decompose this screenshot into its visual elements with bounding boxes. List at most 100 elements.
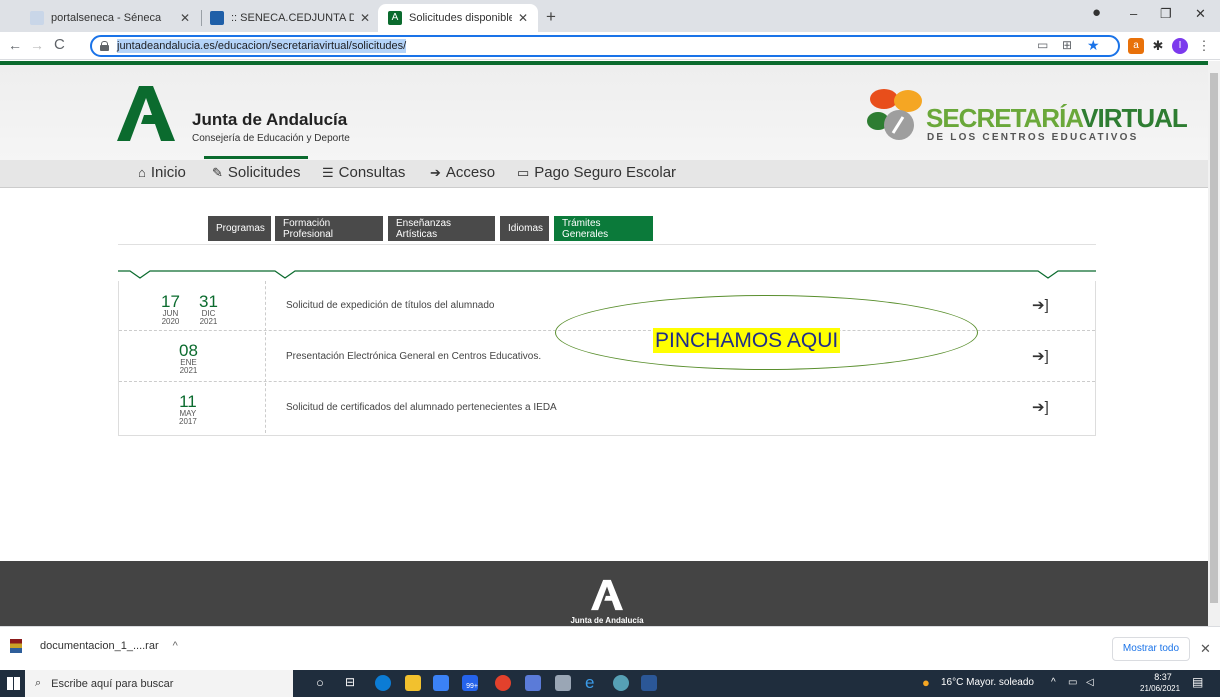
network-icon[interactable]: ▭	[1068, 677, 1077, 688]
mail-icon[interactable]: 99+	[462, 675, 478, 691]
start-date: 08 ENE 2021	[179, 341, 198, 375]
secretaria-virtual-logo-icon	[867, 89, 922, 140]
address-bar[interactable]: juntadeandalucia.es/educacion/secretaria…	[90, 35, 1120, 57]
sv-title: SECRETARÍAVIRTUAL	[926, 103, 1188, 133]
file-explorer-icon[interactable]	[405, 675, 421, 691]
new-tab-icon[interactable]: +	[546, 7, 556, 27]
clock-time[interactable]: 8:37	[1148, 672, 1178, 682]
annotation-text: PINCHAMOS AQUI	[653, 328, 841, 353]
translate-icon[interactable]: ⊞	[1062, 38, 1072, 52]
seneca-favicon-icon	[30, 11, 44, 25]
show-all-button[interactable]: Mostrar todo	[1112, 637, 1190, 661]
windows-taskbar: ⌕ Escribe aquí para buscar ○ ⊟ 99+ e ● 1…	[0, 670, 1220, 697]
junta-logo-icon	[591, 579, 623, 611]
main-menu: ⌂ Inicio ✎ Solicitudes ☰ Consultas ➔ Acceso …	[0, 156, 1208, 188]
solicitud-title[interactable]: Presentación Electrónica General en Cent…	[286, 351, 541, 362]
sign-in-icon: ➔	[430, 164, 441, 180]
windows-start-icon[interactable]	[7, 677, 20, 690]
menu-acceso[interactable]: ➔ Acceso	[430, 164, 495, 181]
date-column: 08 ENE 2021	[119, 332, 266, 382]
clock-date[interactable]: 21/06/2021	[1140, 684, 1180, 693]
cortana-icon[interactable]: ○	[316, 675, 324, 690]
rar-file-icon	[10, 639, 22, 653]
chevron-up-icon[interactable]: ^	[173, 640, 178, 652]
url-text[interactable]: juntadeandalucia.es/educacion/secretaria…	[117, 39, 407, 53]
cast-icon[interactable]: ▭	[1037, 38, 1048, 52]
minimize-icon[interactable]: –	[1130, 6, 1137, 21]
close-icon[interactable]: ✕	[360, 11, 370, 25]
edge-icon[interactable]	[375, 675, 391, 691]
pencil-icon: ✎	[212, 164, 223, 180]
sign-in-arrow-icon[interactable]: ➔]	[1032, 296, 1049, 314]
subtab-formacion-profesional[interactable]: Formación Profesional	[275, 216, 383, 241]
sign-in-arrow-icon[interactable]: ➔]	[1032, 347, 1049, 365]
card-icon: ▭	[517, 164, 530, 180]
tab-portalseneca[interactable]: portalseneca - Séneca ✕	[20, 4, 200, 32]
chrome-icon[interactable]	[495, 675, 511, 691]
lock-icon	[100, 41, 109, 51]
seneca-favicon-icon	[210, 11, 224, 25]
weather-text[interactable]: 16°C Mayor. soleado	[941, 677, 1034, 688]
scrollbar-thumb[interactable]	[1210, 73, 1218, 603]
date-column: 17 JUN 2020 31 DIC 2021	[119, 281, 266, 331]
home-icon: ⌂	[138, 165, 146, 180]
profile-circle-icon[interactable]: ●	[1092, 4, 1101, 21]
search-icon: ⌕	[35, 677, 42, 689]
bookmark-star-icon[interactable]: ★	[1087, 37, 1100, 54]
list-item[interactable]: 11 MAY 2017 Solicitud de certificados de…	[119, 383, 1095, 433]
sign-in-arrow-icon[interactable]: ➔]	[1032, 398, 1049, 416]
store-icon[interactable]	[433, 675, 449, 691]
sv-subtitle: DE LOS CENTROS EDUCATIVOS	[927, 132, 1139, 143]
app-icon[interactable]	[555, 675, 571, 691]
solicitudes-list: 17 JUN 2020 31 DIC 2021 Solicitud de exp…	[118, 281, 1096, 436]
list-icon: ☰	[322, 164, 334, 180]
app-icon[interactable]	[525, 675, 541, 691]
list-header-line	[118, 270, 1096, 279]
app-icon[interactable]	[613, 675, 629, 691]
restore-icon[interactable]: ❐	[1160, 6, 1172, 22]
weather-icon: ●	[922, 675, 930, 690]
solicitud-title[interactable]: Solicitud de certificados del alumnado p…	[286, 402, 557, 413]
junta-logo-icon[interactable]	[117, 86, 175, 141]
tray-chevron-up-icon[interactable]: ^	[1051, 677, 1056, 688]
forward-icon[interactable]: →	[30, 37, 44, 53]
menu-dots-icon[interactable]: ⋮	[1196, 38, 1212, 54]
window-close-icon[interactable]: ✕	[1195, 6, 1206, 22]
solicitud-title[interactable]: Solicitud de expedición de títulos del a…	[286, 300, 494, 311]
speaker-icon[interactable]: ◁	[1086, 677, 1094, 688]
close-icon[interactable]: ✕	[180, 11, 190, 25]
subtab-idiomas[interactable]: Idiomas	[500, 216, 549, 241]
subtab-ensenanzas-artisticas[interactable]: Enseñanzas Artísticas	[388, 216, 495, 241]
taskbar-search[interactable]: ⌕ Escribe aquí para buscar	[25, 670, 293, 697]
subtab-tramites-generales[interactable]: Trámites Generales	[554, 216, 653, 241]
notifications-icon[interactable]: ▤	[1192, 675, 1203, 689]
ie-icon[interactable]: e	[585, 673, 601, 692]
reload-icon[interactable]: C	[54, 36, 65, 53]
tab-solicitudes[interactable]: A Solicitudes disponibles ✕	[378, 4, 538, 32]
tab-seneca-ced[interactable]: :: SENECA.CEDJUNTA DE ANDALU ✕	[200, 4, 380, 32]
site-header: Junta de Andalucía Consejería de Educaci…	[0, 65, 1208, 160]
close-icon[interactable]: ✕	[1200, 641, 1211, 657]
word-icon[interactable]	[641, 675, 657, 691]
menu-solicitudes[interactable]: ✎ Solicitudes	[203, 156, 309, 181]
download-item[interactable]: documentacion_1_....rar ^	[10, 639, 178, 653]
avatar[interactable]: I	[1172, 38, 1188, 54]
subtab-programas[interactable]: Programas	[208, 216, 271, 241]
back-icon[interactable]: ←	[8, 37, 22, 53]
menu-inicio[interactable]: ⌂ Inicio	[138, 164, 186, 181]
close-icon[interactable]: ✕	[518, 11, 528, 25]
extension-icon[interactable]: a	[1128, 38, 1144, 54]
puzzle-icon[interactable]: ✱	[1150, 38, 1166, 54]
site-footer: Junta de Andalucía	[0, 561, 1208, 626]
menu-pago-seguro[interactable]: ▭ Pago Seguro Escolar	[517, 164, 676, 181]
start-date: 11 MAY 2017	[179, 392, 197, 426]
tab-strip: portalseneca - Séneca ✕ :: SENECA.CEDJUN…	[0, 0, 1220, 32]
scrollbar[interactable]	[1208, 61, 1220, 626]
date-column: 11 MAY 2017	[119, 383, 266, 433]
org-name: Junta de Andalucía	[192, 110, 348, 129]
task-view-icon[interactable]: ⊟	[345, 675, 355, 689]
junta-favicon-icon: A	[388, 11, 402, 25]
download-bar: documentacion_1_....rar ^ Mostrar todo ✕	[0, 626, 1220, 670]
menu-consultas[interactable]: ☰ Consultas	[322, 164, 405, 181]
end-date: 31 DIC 2021	[199, 292, 218, 326]
